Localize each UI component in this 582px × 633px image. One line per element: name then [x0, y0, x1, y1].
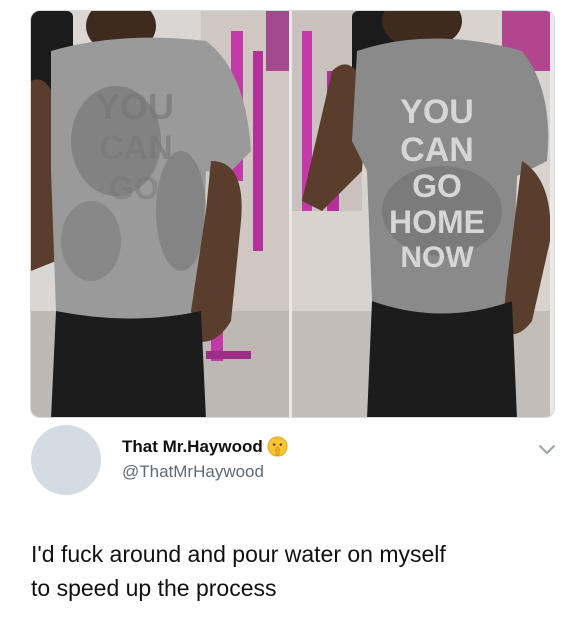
author-name-row[interactable]: That Mr.Haywood	[122, 436, 288, 457]
shushing-face-emoji-icon	[267, 436, 288, 457]
tweet-text: I'd fuck around and pour water on myself…	[31, 541, 446, 601]
media-photo-left[interactable]: YOU CAN GO	[31, 11, 289, 417]
shirt-text-right-4: HOME	[389, 204, 485, 240]
tweet-media-photos[interactable]: YOU CAN GO YOU CAN GO HOME NOW	[30, 10, 555, 418]
avatar[interactable]	[31, 425, 101, 495]
shirt-text-left-2: CAN	[99, 129, 173, 167]
shirt-text-right-1: YOU	[400, 93, 474, 131]
shirt-text-right-5: NOW	[400, 241, 474, 274]
media-photo-right[interactable]: YOU CAN GO HOME NOW	[292, 11, 550, 417]
author-display-name[interactable]: That Mr.Haywood	[122, 437, 263, 457]
author-handle[interactable]: @ThatMrHaywood	[122, 462, 264, 482]
shirt-text-left-1: YOU	[96, 86, 174, 127]
shirt-text-left-3: GO	[109, 170, 159, 206]
shirt-text-right-2: CAN	[400, 131, 474, 169]
chevron-down-icon[interactable]	[538, 444, 556, 456]
shirt-text-right-3: GO	[412, 168, 462, 204]
